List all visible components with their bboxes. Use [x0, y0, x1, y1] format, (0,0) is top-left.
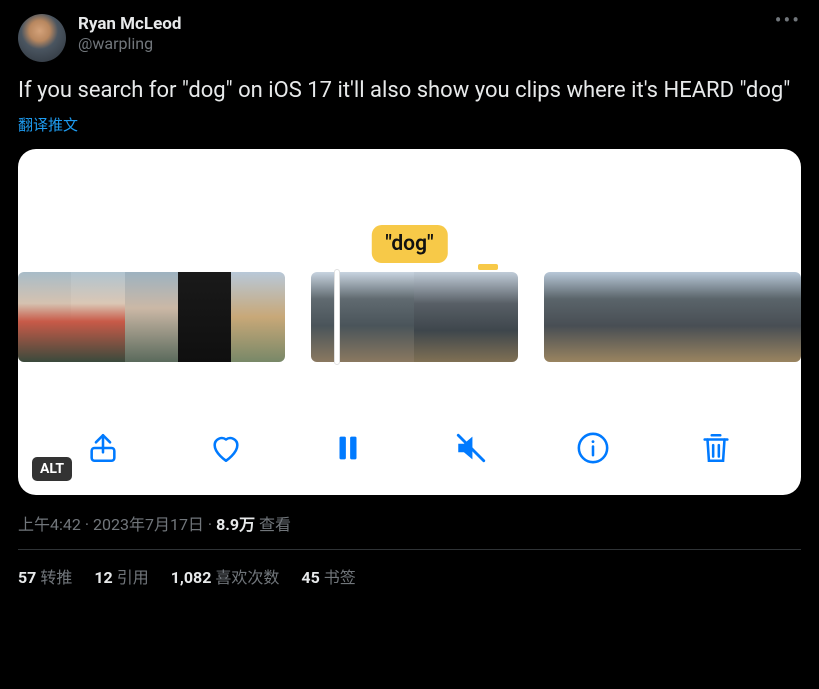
divider — [18, 549, 801, 550]
trash-icon[interactable] — [699, 431, 733, 465]
info-icon[interactable] — [576, 431, 610, 465]
tweet-text: If you search for "dog" on iOS 17 it'll … — [18, 76, 801, 106]
heart-icon[interactable] — [209, 431, 243, 465]
handle: @warpling — [78, 34, 763, 53]
audio-marker — [478, 264, 498, 270]
media-toolbar — [18, 431, 801, 465]
tweet-meta: 上午4:42 · 2023年7月17日 · 8.9万 查看 — [18, 511, 801, 535]
pause-icon[interactable] — [331, 431, 365, 465]
stat-retweets[interactable]: 57转推 — [18, 564, 72, 588]
more-icon[interactable]: ••• — [775, 14, 801, 26]
alt-badge[interactable]: ALT — [32, 457, 72, 481]
meta-time[interactable]: 上午4:42 — [18, 515, 81, 534]
share-icon[interactable] — [86, 431, 120, 465]
stat-quotes[interactable]: 12引用 — [94, 564, 148, 588]
stat-likes[interactable]: 1,082喜欢次数 — [171, 564, 280, 588]
meta-date[interactable]: 2023年7月17日 — [93, 515, 204, 534]
video-scrubber[interactable] — [18, 272, 801, 362]
caption-pill: "dog" — [371, 225, 447, 263]
clip-group — [544, 272, 801, 362]
clip-group — [18, 272, 285, 362]
stat-bookmarks[interactable]: 45书签 — [301, 564, 355, 588]
media-attachment[interactable]: "dog" — [18, 149, 801, 495]
author-names[interactable]: Ryan McLeod @warpling — [78, 14, 763, 53]
clip-group — [311, 272, 518, 362]
translate-link[interactable]: 翻译推文 — [18, 114, 801, 135]
tweet-container: Ryan McLeod @warpling ••• If you search … — [0, 0, 819, 602]
tweet-header: Ryan McLeod @warpling ••• — [18, 14, 801, 62]
views-label: 查看 — [259, 515, 291, 534]
tweet-stats: 57转推 12引用 1,082喜欢次数 45书签 — [18, 564, 801, 588]
playhead[interactable] — [334, 269, 340, 365]
avatar[interactable] — [18, 14, 66, 62]
mute-icon[interactable] — [454, 431, 488, 465]
display-name: Ryan McLeod — [78, 14, 763, 34]
views-count: 8.9万 — [216, 515, 255, 534]
